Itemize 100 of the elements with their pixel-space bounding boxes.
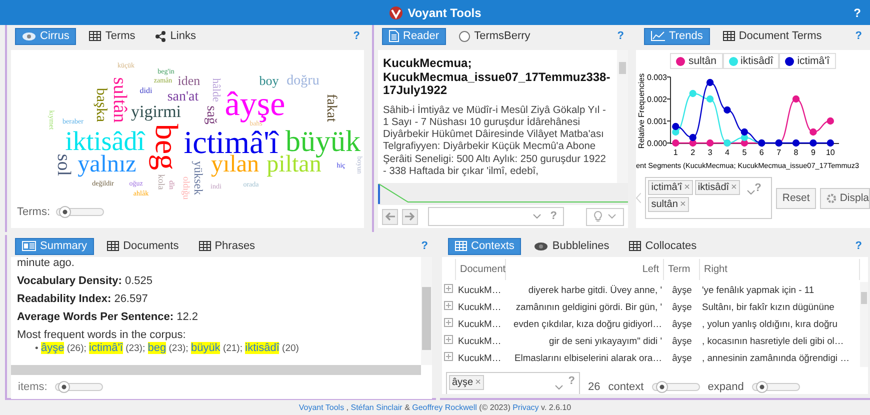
tab[interactable]: Phrases (192, 238, 262, 254)
tab[interactable]: Document Terms (716, 28, 829, 44)
help-button[interactable]: ? (421, 240, 428, 252)
query-field[interactable]: ictimâ'î × iktisâdî × sultân × ? (645, 177, 772, 219)
slider-thumb[interactable] (656, 381, 668, 393)
reset-button[interactable]: Reset (776, 188, 816, 208)
tab[interactable]: TermsBerry (452, 28, 538, 44)
term-link[interactable]: beg (148, 342, 166, 354)
footer-link[interactable]: Geoffrey Rockwell (412, 403, 477, 412)
expand-icon[interactable] (444, 284, 453, 293)
query-field[interactable]: âyşe × ? (446, 372, 580, 394)
share-icon (155, 30, 166, 42)
cloud-word[interactable]: sol (54, 154, 72, 176)
caret-icon[interactable] (533, 214, 541, 219)
tick-label: 0.000 (646, 139, 667, 148)
slider-thumb[interactable] (58, 381, 70, 393)
bullet: • (35, 343, 38, 354)
query-term[interactable]: ictimâ'î × (648, 180, 693, 195)
tab[interactable]: Reader (382, 28, 446, 44)
slider-label: expand (708, 381, 744, 393)
tab[interactable]: Terms (82, 28, 142, 44)
query-term[interactable]: sultân × (648, 197, 689, 212)
footer-link[interactable]: Stéfan Sinclair (350, 403, 402, 412)
tab[interactable]: Bubblelines (527, 238, 616, 254)
help-button[interactable]: ? (855, 30, 862, 42)
data-point[interactable] (724, 106, 731, 114)
table-icon (722, 31, 735, 41)
data-point[interactable] (706, 78, 714, 86)
forward-button[interactable] (402, 208, 418, 224)
expand-icon[interactable] (444, 318, 453, 327)
cloud-word[interactable]: boy (259, 74, 279, 88)
query-term[interactable]: iktisâdî × (694, 180, 740, 195)
legend-item[interactable]: ictimâ'î (779, 53, 836, 69)
tick-label: 2 (690, 148, 696, 157)
cloud-word[interactable]: başka (94, 88, 108, 122)
cloud-word[interactable]: sultân (110, 77, 128, 123)
caret-icon[interactable] (555, 385, 563, 390)
data-point[interactable] (826, 139, 834, 147)
cloud-word[interactable]: san'at (167, 90, 199, 104)
context-slider[interactable] (652, 383, 700, 391)
cloud-word[interactable]: hâlde (210, 78, 222, 102)
help-button[interactable]: ? (854, 6, 861, 20)
legend-item[interactable]: sultân (670, 53, 722, 69)
tab[interactable]: Documents (100, 238, 186, 254)
data-point[interactable] (792, 139, 800, 147)
data-point[interactable] (689, 134, 696, 142)
slider-thumb[interactable] (756, 381, 768, 393)
tab[interactable]: Links (148, 28, 203, 44)
expand-icon[interactable] (444, 352, 453, 361)
line-chart-icon (651, 31, 665, 41)
cloud-word[interactable]: büyük (286, 128, 360, 156)
items-slider[interactable] (55, 383, 104, 391)
search-field[interactable]: ? (428, 207, 564, 226)
scrollbar[interactable] (860, 282, 868, 367)
query-term[interactable]: âyşe × (449, 375, 484, 390)
cloud-word[interactable]: kola (156, 174, 166, 190)
summary-stat: Vocabulary Density: 0.525 (17, 275, 154, 287)
legend-item[interactable]: iktisâdî (722, 53, 780, 69)
cloud-word[interactable]: yalnız (78, 154, 136, 176)
expand-icon[interactable] (444, 335, 453, 344)
help-button[interactable]: ? (617, 30, 624, 42)
slider-thumb[interactable] (58, 206, 71, 218)
help-button[interactable]: ? (855, 240, 862, 252)
tab[interactable]: Collocates (622, 238, 704, 254)
tab[interactable]: Trends (644, 28, 710, 44)
term-count: (23); (126, 343, 146, 354)
scrollbar[interactable] (617, 50, 628, 183)
data-point[interactable] (672, 122, 680, 130)
help-button[interactable]: ? (353, 30, 360, 42)
slider-label: items: (18, 381, 48, 393)
cloud-word[interactable]: fakat (324, 94, 338, 122)
cloud-word[interactable]: yigirmi (130, 104, 182, 120)
cloud-word[interactable]: iden (178, 74, 200, 88)
footer-link[interactable]: Voyant Tools (298, 403, 344, 412)
cloud-word[interactable]: doğru (286, 74, 320, 88)
lightbulb-button[interactable] (586, 208, 624, 226)
term-link[interactable]: âyşe (40, 342, 64, 354)
term-count: (23); (168, 343, 188, 354)
tab[interactable]: Summary (15, 238, 94, 254)
scrollbar[interactable] (421, 257, 432, 365)
scrollbar[interactable] (11, 365, 421, 375)
caret-icon[interactable] (747, 190, 756, 195)
data-point[interactable] (740, 128, 748, 136)
cloud-word[interactable]: beg (152, 124, 182, 170)
terms-slider[interactable] (56, 208, 104, 216)
cloud-word[interactable]: yüksek (192, 161, 204, 195)
tab[interactable]: Cirrus (15, 28, 76, 44)
eye-icon (534, 242, 548, 250)
expand-slider[interactable] (752, 383, 800, 391)
cloud-word[interactable]: didi (140, 87, 152, 95)
footer-link[interactable]: Privacy (512, 403, 539, 412)
cloud-word[interactable]: sağ (204, 106, 218, 124)
tab[interactable]: Contexts (448, 238, 522, 254)
cloud-word[interactable]: âyşe (224, 88, 286, 122)
data-point[interactable] (810, 139, 817, 147)
arrow-right-icon (405, 212, 415, 221)
back-button[interactable] (382, 208, 398, 224)
display-button[interactable]: Displa (820, 188, 870, 208)
term-link[interactable]: ictimâ'î (89, 342, 123, 354)
expand-icon[interactable] (444, 301, 453, 310)
